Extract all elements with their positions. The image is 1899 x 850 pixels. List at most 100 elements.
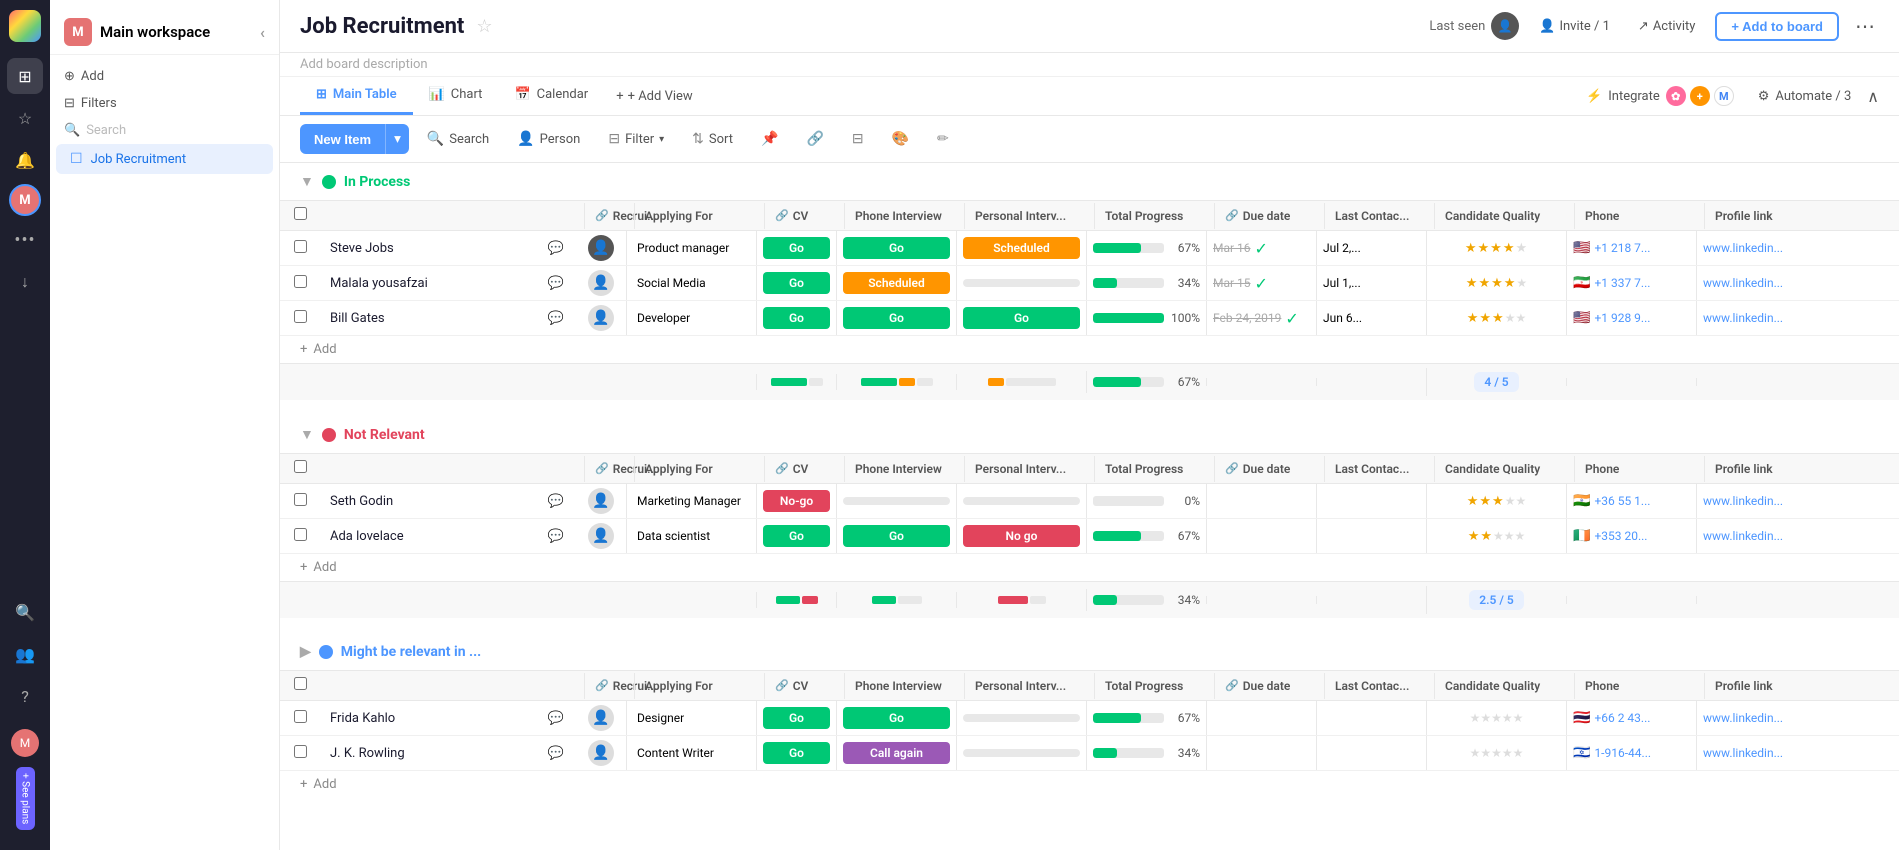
recruiter-cell[interactable]: 👤 [576, 519, 626, 553]
chat-cell[interactable]: 💬 [536, 711, 576, 726]
row-checkbox-cell[interactable] [284, 702, 320, 735]
phone-int-cell[interactable]: Call again [836, 736, 956, 770]
row-checkbox-cell[interactable] [284, 737, 320, 770]
chat-cell[interactable]: 💬 [536, 311, 576, 326]
tab-calendar[interactable]: 📅 Calendar [498, 77, 604, 115]
profile-link[interactable]: www.linkedin... [1703, 311, 1783, 325]
chat-cell[interactable]: 💬 [536, 746, 576, 761]
new-item-dropdown-button[interactable]: ▾ [385, 124, 409, 154]
personal-int-cell[interactable]: No go [956, 519, 1086, 553]
phone-int-cell[interactable]: Go [836, 701, 956, 735]
more-options-icon[interactable]: ••• [7, 222, 43, 258]
recruiter-cell[interactable]: 👤 [576, 266, 626, 300]
personal-int-cell[interactable] [956, 484, 1086, 518]
cv-cell[interactable]: Go [756, 301, 836, 335]
add-row-not-relevant[interactable]: + Add [280, 554, 1899, 581]
search-toolbar-button[interactable]: 🔍 Search [417, 125, 499, 153]
check-all-checkbox[interactable] [294, 207, 307, 220]
group-collapse-icon[interactable]: ▼ [300, 426, 314, 443]
add-action[interactable]: ⊕ Add [50, 63, 279, 90]
grid-nav-icon[interactable]: ⊞ [7, 58, 43, 94]
row-checkbox[interactable] [294, 528, 307, 541]
chat-cell[interactable]: 💬 [536, 241, 576, 256]
edit-toolbar-button[interactable]: ✏ [927, 125, 959, 153]
row-checkbox[interactable] [294, 240, 307, 253]
phone-int-cell[interactable]: Go [836, 301, 956, 335]
row-checkbox[interactable] [294, 745, 307, 758]
paint-toolbar-button[interactable]: 🎨 [882, 125, 919, 153]
filter-toolbar-button[interactable]: ⊟ Filter ▾ [598, 125, 674, 153]
chat-cell[interactable]: 💬 [536, 276, 576, 291]
notification-icon[interactable]: 🔔 [7, 142, 43, 178]
row-checkbox[interactable] [294, 275, 307, 288]
automate-button[interactable]: ⚙ Automate / 3 [1750, 85, 1860, 108]
row-checkbox-cell[interactable] [284, 302, 320, 335]
recruiter-cell[interactable]: 👤 [576, 231, 626, 265]
favorite-star-icon[interactable]: ☆ [476, 16, 492, 37]
invite-button[interactable]: 👤 Invite / 1 [1531, 15, 1618, 38]
add-row-mbr[interactable]: + Add [280, 771, 1899, 798]
cv-cell[interactable]: Go [756, 519, 836, 553]
profile-link[interactable]: www.linkedin... [1703, 711, 1783, 725]
recruiter-cell[interactable]: 👤 [576, 736, 626, 770]
group-collapse-icon[interactable]: ▼ [300, 173, 314, 190]
personal-int-cell[interactable] [956, 736, 1086, 770]
cv-cell[interactable]: Go [756, 736, 836, 770]
profile-link[interactable]: www.linkedin... [1703, 241, 1783, 255]
check-all-checkbox[interactable] [294, 460, 307, 473]
row-checkbox[interactable] [294, 710, 307, 723]
integrate-button[interactable]: ⚡ Integrate ✿ + M [1578, 82, 1742, 110]
row-checkbox[interactable] [294, 310, 307, 323]
phone-int-cell[interactable]: Go [836, 519, 956, 553]
row-checkbox-cell[interactable] [284, 267, 320, 300]
link-toolbar-button[interactable]: 🔗 [796, 125, 833, 153]
row-checkbox-cell[interactable] [284, 232, 320, 265]
recruiter-cell[interactable]: 👤 [576, 701, 626, 735]
personal-int-cell[interactable]: Go [956, 301, 1086, 335]
phone-int-cell[interactable]: Go [836, 231, 956, 265]
personal-int-cell[interactable] [956, 266, 1086, 300]
add-view-button[interactable]: + + Add View [604, 79, 704, 114]
check-all-col[interactable] [284, 454, 324, 483]
profile-cell[interactable]: www.linkedin... [1696, 231, 1816, 265]
row-checkbox-cell[interactable] [284, 485, 320, 518]
profile-cell[interactable]: www.linkedin... [1696, 701, 1816, 735]
recruiter-cell[interactable]: 👤 [576, 484, 626, 518]
filters-action[interactable]: ⊟ Filters [50, 90, 279, 117]
group-header-might-be-relevant[interactable]: ▶ Might be relevant in ... [280, 634, 1899, 670]
board-description[interactable]: Add board description [280, 53, 1899, 77]
workspace-chevron[interactable]: ‹ [260, 23, 265, 42]
group-header-not-relevant[interactable]: ▼ Not Relevant [280, 416, 1899, 453]
pin-toolbar-button[interactable]: 📌 [751, 125, 788, 153]
row-checkbox-cell[interactable] [284, 520, 320, 553]
profile-cell[interactable]: www.linkedin... [1696, 301, 1816, 335]
phone-int-cell[interactable] [836, 484, 956, 518]
phone-int-cell[interactable]: Scheduled [836, 266, 956, 300]
personal-int-cell[interactable]: Scheduled [956, 231, 1086, 265]
check-all-col[interactable] [284, 671, 324, 700]
topbar-more-button[interactable]: ⋯ [1851, 10, 1879, 42]
user-profile-icon[interactable]: M [7, 725, 43, 761]
check-all-col[interactable] [284, 201, 324, 230]
person-toolbar-button[interactable]: 👤 Person [507, 125, 590, 153]
profile-cell[interactable]: www.linkedin... [1696, 736, 1816, 770]
add-to-board-button[interactable]: + Add to board [1715, 12, 1839, 41]
download-icon[interactable]: ↓ [7, 264, 43, 300]
sidebar-item-job-recruitment[interactable]: ☐ Job Recruitment [56, 144, 273, 174]
profile-link[interactable]: www.linkedin... [1703, 494, 1783, 508]
profile-link[interactable]: www.linkedin... [1703, 529, 1783, 543]
tab-main-table[interactable]: ⊞ Main Table [300, 77, 413, 115]
profile-cell[interactable]: www.linkedin... [1696, 519, 1816, 553]
recruiter-cell[interactable]: 👤 [576, 301, 626, 335]
group-collapse-icon[interactable]: ▶ [300, 644, 311, 660]
sidebar-search-icon[interactable]: 🔍 [7, 595, 43, 631]
profile-link[interactable]: www.linkedin... [1703, 746, 1783, 760]
user-avatar-icon[interactable]: M [9, 184, 41, 216]
activity-button[interactable]: ↗ Activity [1630, 15, 1703, 38]
people-icon[interactable]: 👥 [7, 637, 43, 673]
profile-cell[interactable]: www.linkedin... [1696, 484, 1816, 518]
cv-cell[interactable]: Go [756, 231, 836, 265]
cv-cell[interactable]: No-go [756, 484, 836, 518]
cv-cell[interactable]: Go [756, 701, 836, 735]
rows-toolbar-button[interactable]: ⊟ [842, 125, 874, 153]
